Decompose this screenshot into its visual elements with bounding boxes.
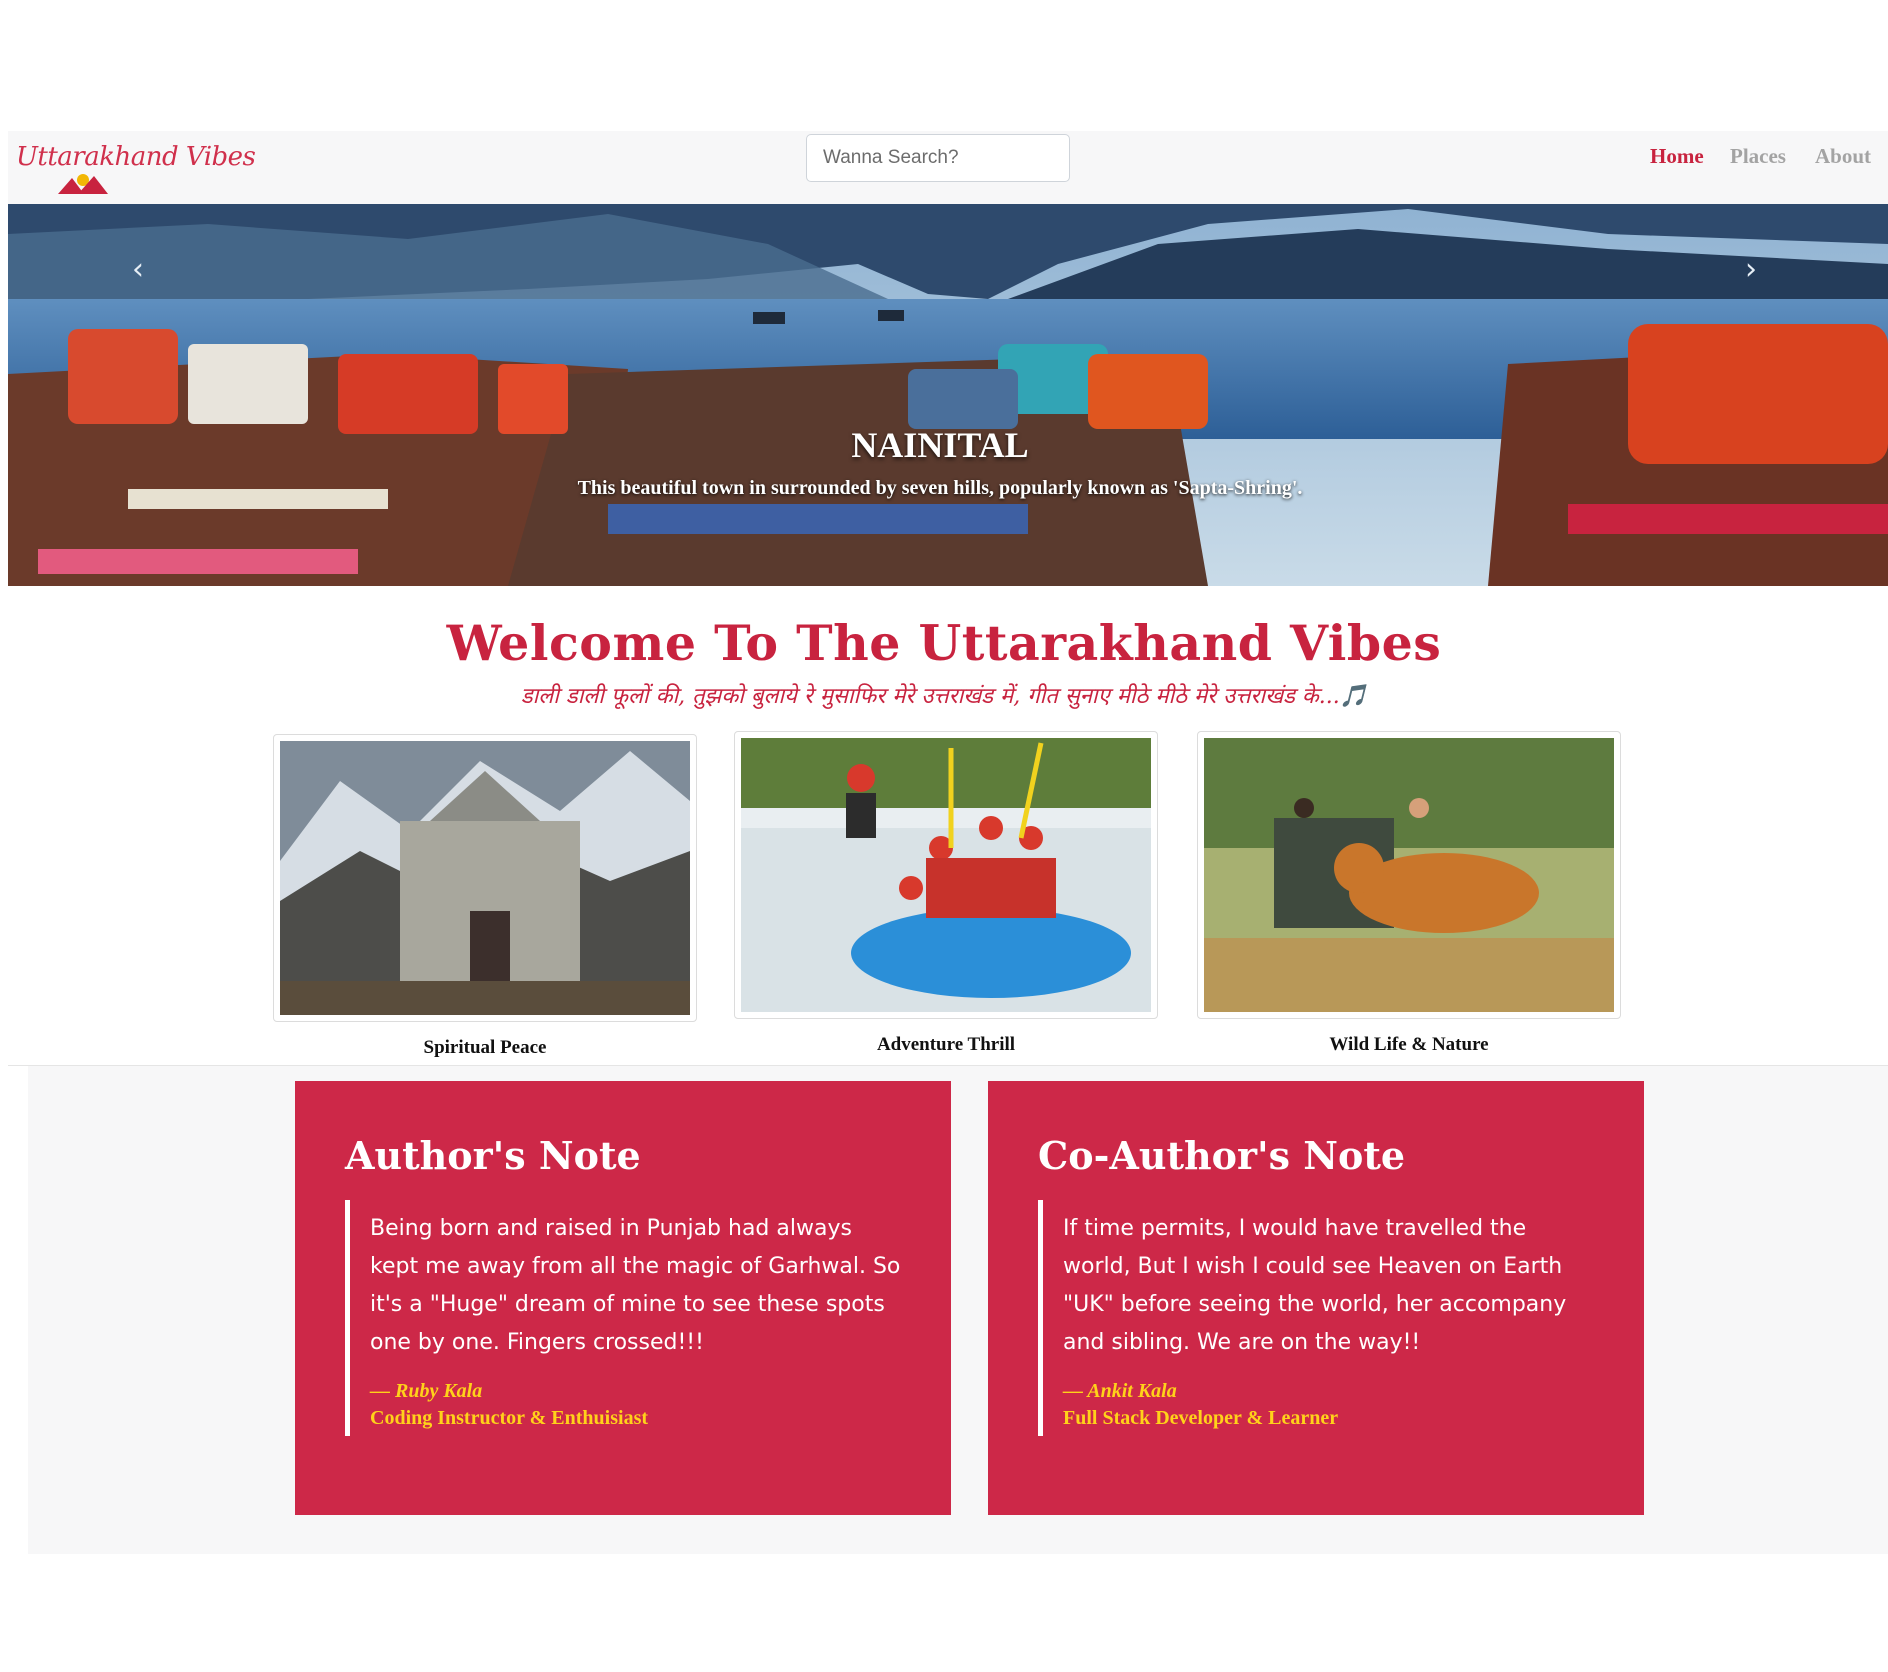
carousel-prev-button[interactable]: ‹ (132, 252, 144, 287)
note-body: Being born and raised in Punjab had alwa… (370, 1216, 901, 1355)
author-note-card: Author's Note Being born and raised in P… (295, 1081, 951, 1515)
note-role: Coding Instructor & Enthuisiast (370, 1407, 649, 1429)
logo-text: Uttarakhand Vibes (16, 142, 256, 172)
nainital-lake-image (8, 204, 1888, 586)
note-heading: Author's Note (345, 1133, 641, 1178)
nav-link-places[interactable]: Places (1730, 144, 1786, 169)
note-heading: Co-Author's Note (1038, 1133, 1406, 1178)
card-adventure-thrill[interactable] (734, 731, 1158, 1019)
welcome-heading: Welcome To The Uttarakhand Vibes (446, 614, 1442, 672)
tiger-safari-image (1204, 738, 1614, 1012)
search-input[interactable] (806, 134, 1070, 182)
river-rafting-image (741, 738, 1151, 1012)
card-caption: Spiritual Peace (423, 1037, 547, 1058)
hero-title: NAINITAL (851, 425, 1029, 465)
mountain-sun-icon (58, 174, 108, 194)
nav-link-home[interactable]: Home (1650, 144, 1704, 169)
card-caption: Wild Life & Nature (1329, 1034, 1489, 1055)
card-caption: Adventure Thrill (876, 1034, 1016, 1055)
site-logo[interactable]: Uttarakhand Vibes (16, 138, 256, 194)
hero-carousel (8, 204, 1888, 586)
hero-subtitle: This beautiful town in surrounded by sev… (577, 477, 1303, 499)
card-spiritual-peace[interactable] (273, 734, 697, 1022)
note-signature: — Ruby Kala (370, 1380, 483, 1402)
card-wild-life-nature[interactable] (1197, 731, 1621, 1019)
note-quote: Being born and raised in Punjab had alwa… (345, 1200, 901, 1436)
note-body: If time permits, I would have travelled … (1063, 1216, 1567, 1355)
note-role: Full Stack Developer & Learner (1063, 1407, 1339, 1429)
carousel-next-button[interactable]: › (1745, 252, 1757, 287)
kedarnath-temple-image (280, 741, 690, 1015)
chevron-right-icon: › (1745, 252, 1757, 287)
nav-link-about[interactable]: About (1815, 144, 1871, 169)
chevron-left-icon: ‹ (132, 252, 144, 287)
note-signature: — Ankit Kala (1063, 1380, 1177, 1402)
note-quote: If time permits, I would have travelled … (1038, 1200, 1594, 1436)
co-author-note-card: Co-Author's Note If time permits, I woul… (988, 1081, 1644, 1515)
welcome-tagline: डाली डाली फूलों की, तुझको बुलाये रे मुसा… (520, 684, 1368, 709)
